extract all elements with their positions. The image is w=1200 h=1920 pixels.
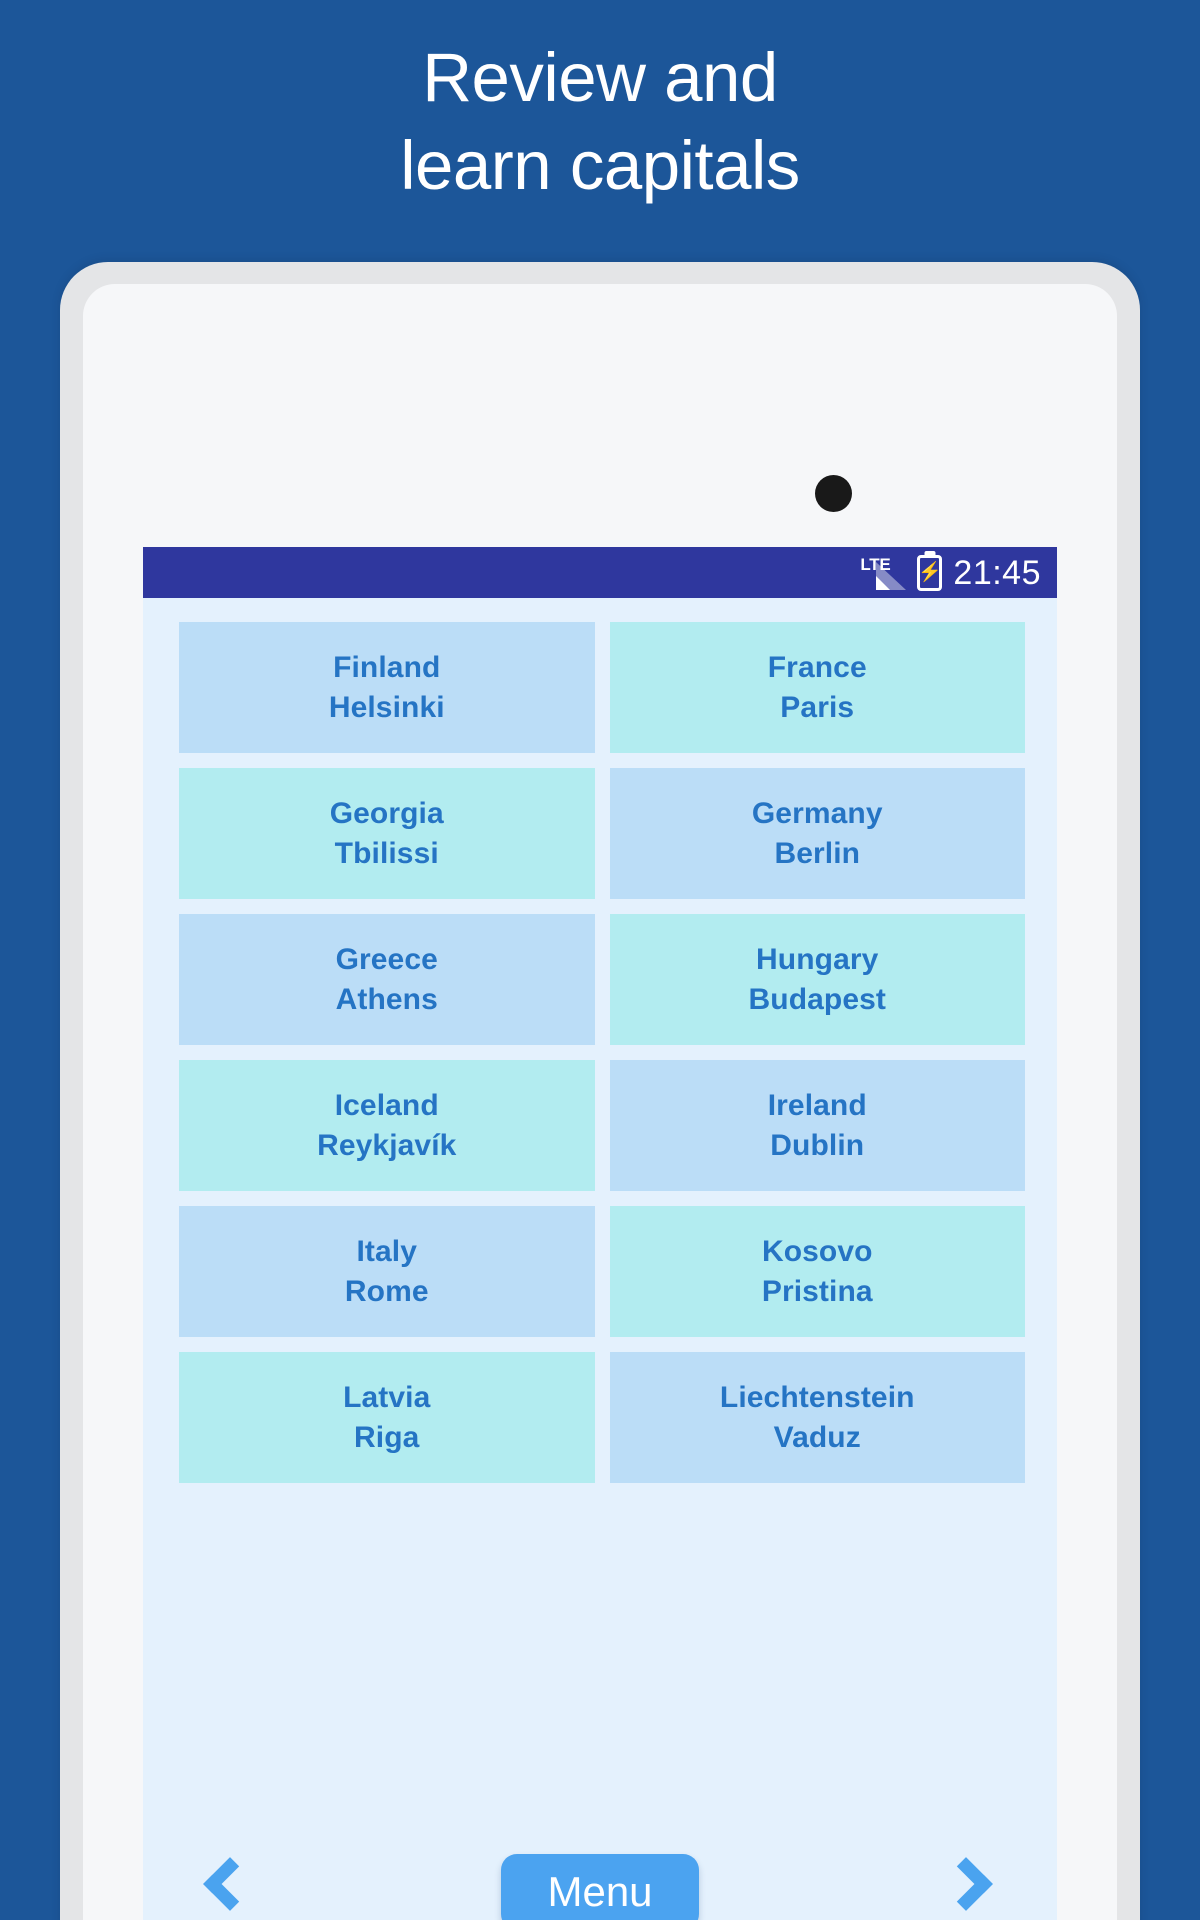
status-bar-icons: LTE ⚡ 21:45 (860, 554, 1041, 592)
capital-card[interactable]: Liechtenstein Vaduz (609, 1352, 1025, 1483)
capital-card[interactable]: Greece Athens (179, 914, 595, 1045)
card-capital-label: Paris (780, 690, 855, 724)
card-country-label: Greece (335, 942, 438, 976)
status-bar-clock: 21:45 (953, 553, 1041, 592)
status-bar: LTE ⚡ 21:45 (143, 547, 1057, 598)
card-country-label: France (767, 650, 867, 684)
card-capital-label: Rome (344, 1274, 429, 1308)
card-country-label: Germany (751, 796, 883, 830)
card-capital-label: Vaduz (773, 1420, 861, 1454)
card-capital-label: Berlin (774, 836, 861, 870)
menu-button[interactable]: Menu (501, 1854, 699, 1920)
capital-card[interactable]: Italy Rome (179, 1206, 595, 1337)
card-country-label: Liechtenstein (719, 1380, 915, 1414)
card-capital-label: Pristina (761, 1274, 873, 1308)
capital-card[interactable]: Ireland Dublin (609, 1060, 1025, 1191)
card-capital-label: Reykjavík (317, 1128, 457, 1162)
front-camera-icon (815, 475, 852, 512)
signal-bars-icon: LTE (860, 554, 907, 592)
card-country-label: Italy (356, 1234, 418, 1268)
capital-card[interactable]: Kosovo Pristina (609, 1206, 1025, 1337)
card-country-label: Georgia (329, 796, 444, 830)
card-country-label: Iceland (334, 1088, 439, 1122)
headline-line-2: learn capitals (400, 127, 800, 204)
capital-card[interactable]: Germany Berlin (609, 768, 1025, 899)
card-capital-label: Riga (354, 1420, 420, 1454)
chevron-left-icon[interactable] (197, 1857, 259, 1920)
chevron-right-icon[interactable] (939, 1857, 1003, 1920)
headline-line-1: Review and (422, 39, 778, 116)
card-capital-label: Tbilissi (334, 836, 439, 870)
promo-screenshot: Review and learn capitals LTE ⚡ 21:45 Fi… (0, 0, 1200, 1920)
capitals-grid: Finland Helsinki France Paris Georgia Tbiliss… (143, 598, 1057, 1483)
charging-bolt-glyph: ⚡ (918, 562, 942, 583)
capital-card[interactable]: Iceland Reykjavík (179, 1060, 595, 1191)
card-capital-label: Athens (335, 982, 438, 1016)
card-country-label: Kosovo (761, 1234, 873, 1268)
card-country-label: Ireland (767, 1088, 867, 1122)
capital-card[interactable]: Finland Helsinki (179, 622, 595, 753)
capital-card[interactable]: Hungary Budapest (609, 914, 1025, 1045)
signal-filled-shape (876, 575, 891, 590)
card-capital-label: Helsinki (328, 690, 445, 724)
chevron-left-shape (203, 1857, 257, 1911)
card-country-label: Latvia (343, 1380, 431, 1414)
capital-card[interactable]: France Paris (609, 622, 1025, 753)
chevron-right-shape (939, 1857, 993, 1911)
capital-card[interactable]: Georgia Tbilissi (179, 768, 595, 899)
page-title: Review and learn capitals (0, 34, 1200, 210)
card-capital-label: Budapest (748, 982, 886, 1016)
card-country-label: Hungary (756, 942, 879, 976)
battery-charging-icon: ⚡ (917, 554, 943, 591)
card-capital-label: Dublin (770, 1128, 865, 1162)
capital-card[interactable]: Latvia Riga (179, 1352, 595, 1483)
card-country-label: Finland (333, 650, 441, 684)
app-screen: LTE ⚡ 21:45 Finland Helsinki France Paris Ge… (143, 547, 1057, 1920)
bottom-navigation: Menu (143, 1832, 1057, 1920)
